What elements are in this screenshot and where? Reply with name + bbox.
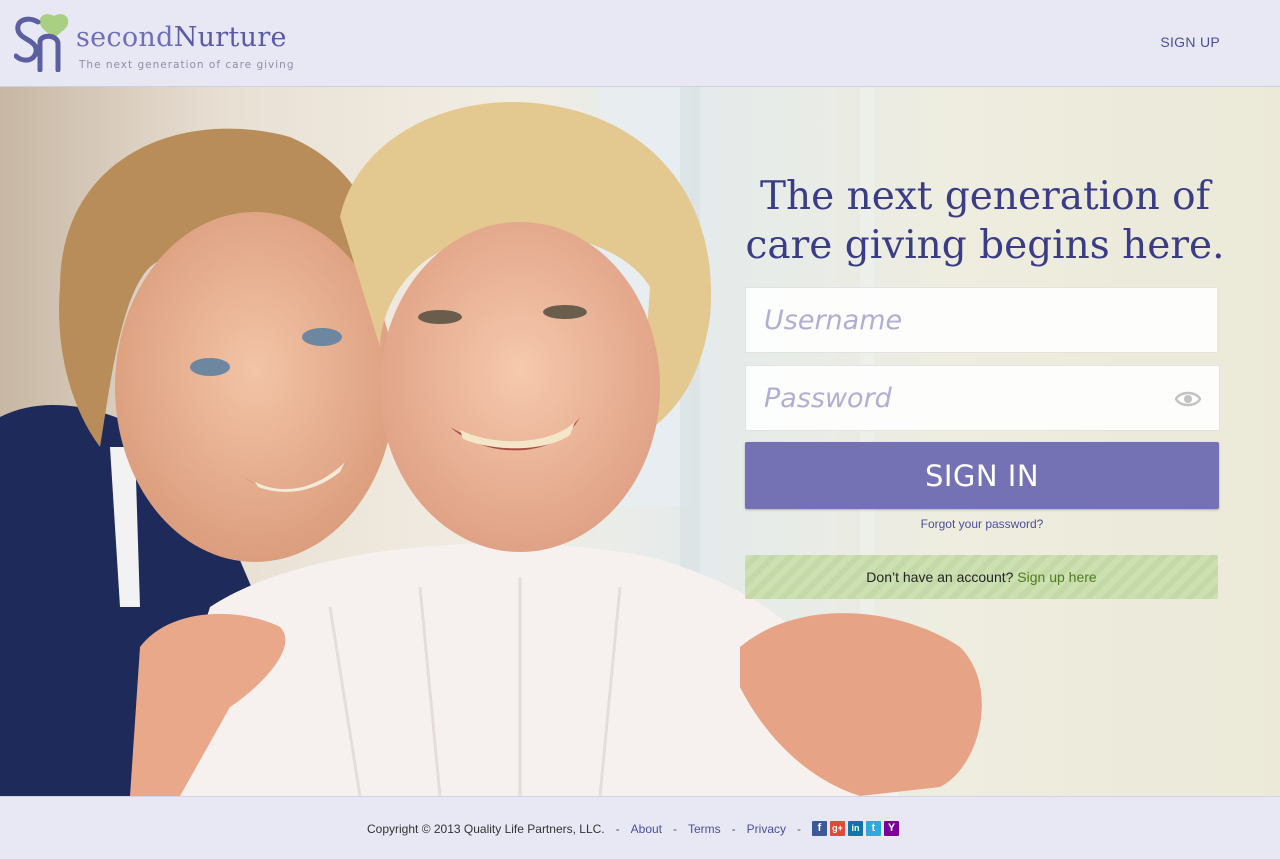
logo[interactable]: secondNurture The next generation of car… (14, 12, 304, 74)
google-plus-icon[interactable]: g+ (830, 821, 846, 836)
site-header: secondNurture The next generation of car… (0, 0, 1280, 87)
site-footer: Copyright © 2013 Quality Life Partners, … (0, 796, 1280, 859)
password-field (745, 365, 1220, 431)
show-password-eye-icon[interactable] (1175, 387, 1201, 411)
logo-text-second: second (76, 22, 174, 53)
linkedin-icon[interactable]: in (848, 821, 864, 836)
footer-content: Copyright © 2013 Quality Life Partners, … (367, 821, 900, 836)
sign-in-button[interactable]: SIGN IN (745, 442, 1219, 509)
forgot-password-link[interactable]: Forgot your password? (745, 517, 1219, 531)
footer-link-privacy[interactable]: Privacy (747, 822, 786, 836)
footer-link-terms[interactable]: Terms (688, 822, 721, 836)
headline-line-2: care giving begins here. (745, 223, 1225, 268)
username-field (745, 287, 1218, 353)
logo-tagline: The next generation of care giving (79, 59, 295, 71)
hero-headline: The next generation of care giving begin… (740, 172, 1230, 270)
yahoo-icon[interactable]: Y (884, 821, 900, 836)
footer-separator: - (797, 821, 802, 836)
logo-mark-icon (14, 14, 69, 72)
signup-here-link[interactable]: Sign up here (1017, 569, 1096, 585)
header-signup-link[interactable]: SIGN UP (1160, 34, 1220, 50)
social-icons: f g+ in t Y (812, 821, 900, 836)
password-input[interactable] (746, 366, 1219, 430)
signup-prompt-box: Don’t have an account? Sign up here (745, 555, 1218, 599)
footer-link-about[interactable]: About (631, 822, 662, 836)
no-account-text: Don’t have an account? (866, 569, 1014, 585)
copyright-text: Copyright © 2013 Quality Life Partners, … (367, 821, 605, 836)
facebook-icon[interactable]: f (812, 821, 828, 836)
twitter-icon[interactable]: t (866, 821, 882, 836)
footer-separator: - (731, 821, 736, 836)
logo-wordmark: secondNurture (76, 22, 287, 53)
footer-separator: - (615, 821, 620, 836)
logo-text-nurture: Nurture (173, 22, 287, 53)
username-input[interactable] (746, 288, 1217, 352)
hero-section: The next generation of care giving begin… (0, 87, 1280, 796)
footer-separator: - (673, 821, 677, 836)
headline-line-1: The next generation of (759, 174, 1211, 219)
